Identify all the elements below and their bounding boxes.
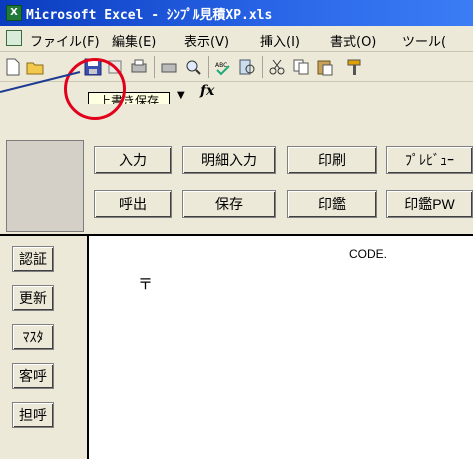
toolbar-separator: [154, 56, 155, 78]
menu-edit[interactable]: 編集(E): [112, 31, 156, 50]
spelling-icon[interactable]: ABC: [214, 58, 232, 76]
save-sheet-button[interactable]: 保存: [182, 190, 276, 218]
annotation-arrow: [0, 71, 81, 93]
master-button[interactable]: ﾏｽﾀ: [12, 324, 54, 350]
svg-text:ABC: ABC: [215, 62, 227, 69]
staff-recall-button[interactable]: 担呼: [12, 402, 54, 428]
copy-icon[interactable]: [292, 58, 310, 76]
menu-view[interactable]: 表示(V): [184, 31, 229, 50]
menu-format[interactable]: 書式(O): [330, 31, 376, 50]
menu-tools[interactable]: ツール(: [402, 31, 446, 50]
detail-input-button[interactable]: 明細入力: [182, 146, 276, 174]
auth-button[interactable]: 認証: [12, 246, 54, 272]
insert-function-icon[interactable]: fx: [200, 83, 214, 99]
menu-insert[interactable]: 挿入(I): [260, 31, 300, 50]
code-label: CODE.: [349, 247, 388, 261]
toolbar-separator: [262, 56, 263, 78]
freeze-pane-line: [0, 234, 473, 236]
recall-button[interactable]: 呼出: [94, 190, 172, 218]
toolbar-separator: [208, 56, 209, 78]
update-button[interactable]: 更新: [12, 285, 54, 311]
print-preview-magnifier-icon[interactable]: [184, 58, 202, 76]
worksheet-grid[interactable]: [87, 234, 473, 459]
cut-icon[interactable]: [268, 58, 286, 76]
name-box-dropdown-icon[interactable]: ▼: [177, 90, 185, 101]
seal-pw-button[interactable]: 印鑑PW: [386, 190, 473, 218]
preview-button[interactable]: ﾌﾟﾚﾋﾞｭｰ: [386, 146, 473, 174]
corner-cell: [6, 140, 84, 232]
print-preview-icon[interactable]: [160, 58, 178, 76]
customer-recall-button[interactable]: 客呼: [12, 363, 54, 389]
print-icon[interactable]: [130, 58, 148, 76]
paste-icon[interactable]: [316, 58, 334, 76]
input-button[interactable]: 入力: [94, 146, 172, 174]
research-icon[interactable]: [238, 58, 256, 76]
postal-mark: 〒: [138, 275, 154, 293]
print-button[interactable]: 印刷: [287, 146, 377, 174]
seal-button[interactable]: 印鑑: [287, 190, 377, 218]
format-painter-icon[interactable]: [346, 58, 364, 76]
